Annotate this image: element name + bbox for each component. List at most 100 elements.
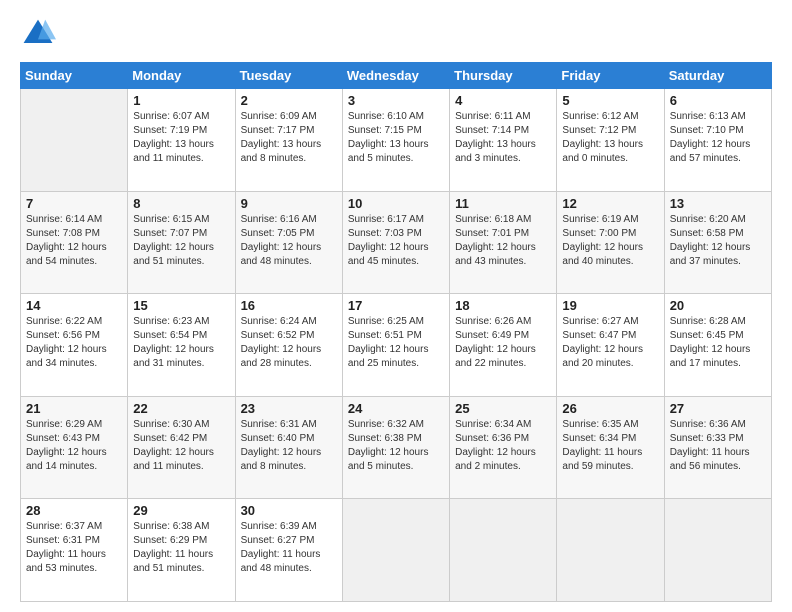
calendar-cell: 27Sunrise: 6:36 AMSunset: 6:33 PMDayligh…: [664, 396, 771, 499]
cell-info: Sunrise: 6:27 AMSunset: 6:47 PMDaylight:…: [562, 315, 658, 371]
cell-info: Sunrise: 6:38 AMSunset: 6:29 PMDaylight:…: [133, 520, 229, 576]
calendar-cell: 2 Sunrise: 6:09 AMSunset: 7:17 PMDaylight…: [235, 89, 342, 192]
calendar-cell: 12 Sunrise: 6:19 AMSunset: 7:00 PMDayligh…: [557, 191, 664, 294]
day-number: 7: [26, 196, 122, 211]
day-number: 17: [348, 298, 444, 313]
day-number: 10: [348, 196, 444, 211]
day-number: 5: [562, 93, 658, 108]
calendar-cell: 17 Sunrise: 6:25 AMSunset: 6:51 PMDayligh…: [342, 294, 449, 397]
calendar-cell: 10 Sunrise: 6:17 AMSunset: 7:03 PMDayligh…: [342, 191, 449, 294]
calendar-cell: 20 Sunrise: 6:28 AMSunset: 6:45 PMDayligh…: [664, 294, 771, 397]
calendar-cell: 22Sunrise: 6:30 AMSunset: 6:42 PMDayligh…: [128, 396, 235, 499]
weekday-row: SundayMondayTuesdayWednesdayThursdayFrid…: [21, 63, 772, 89]
week-row-4: 28 Sunrise: 6:37 AMSunset: 6:31 PMDayligh…: [21, 499, 772, 602]
cell-info: Sunrise: 6:22 AMSunset: 6:56 PMDaylight:…: [26, 315, 122, 371]
cell-info: Sunrise: 6:36 AMSunset: 6:33 PMDaylight:…: [670, 418, 766, 474]
cell-info: Sunrise: 6:10 AMSunset: 7:15 PMDaylight:…: [348, 110, 444, 166]
calendar-cell: 9 Sunrise: 6:16 AMSunset: 7:05 PMDaylight…: [235, 191, 342, 294]
calendar-cell: [664, 499, 771, 602]
cell-info: Sunrise: 6:11 AMSunset: 7:14 PMDaylight:…: [455, 110, 551, 166]
cell-info: Sunrise: 6:28 AMSunset: 6:45 PMDaylight:…: [670, 315, 766, 371]
day-number: 11: [455, 196, 551, 211]
cell-info: Sunrise: 6:20 AMSunset: 6:58 PMDaylight:…: [670, 213, 766, 269]
cell-info: Sunrise: 6:18 AMSunset: 7:01 PMDaylight:…: [455, 213, 551, 269]
weekday-header-wednesday: Wednesday: [342, 63, 449, 89]
day-number: 23: [241, 401, 337, 416]
calendar-cell: [342, 499, 449, 602]
calendar-cell: 3Sunrise: 6:10 AMSunset: 7:15 PMDaylight…: [342, 89, 449, 192]
day-number: 4: [455, 93, 551, 108]
calendar-cell: 14 Sunrise: 6:22 AMSunset: 6:56 PMDayligh…: [21, 294, 128, 397]
day-number: 25: [455, 401, 551, 416]
day-number: 24: [348, 401, 444, 416]
day-number: 16: [241, 298, 337, 313]
day-number: 18: [455, 298, 551, 313]
calendar-cell: 24 Sunrise: 6:32 AMSunset: 6:38 PMDayligh…: [342, 396, 449, 499]
cell-info: Sunrise: 6:32 AMSunset: 6:38 PMDaylight:…: [348, 418, 444, 474]
cell-info: Sunrise: 6:25 AMSunset: 6:51 PMDaylight:…: [348, 315, 444, 371]
cell-info: Sunrise: 6:34 AMSunset: 6:36 PMDaylight:…: [455, 418, 551, 474]
calendar-cell: 1 Sunrise: 6:07 AMSunset: 7:19 PMDaylight…: [128, 89, 235, 192]
cell-info: Sunrise: 6:24 AMSunset: 6:52 PMDaylight:…: [241, 315, 337, 371]
logo-icon: [20, 16, 56, 52]
calendar-cell: 15 Sunrise: 6:23 AMSunset: 6:54 PMDayligh…: [128, 294, 235, 397]
calendar-cell: 5Sunrise: 6:12 AMSunset: 7:12 PMDaylight…: [557, 89, 664, 192]
weekday-header-saturday: Saturday: [664, 63, 771, 89]
calendar-header: SundayMondayTuesdayWednesdayThursdayFrid…: [21, 63, 772, 89]
calendar-cell: 29Sunrise: 6:38 AMSunset: 6:29 PMDayligh…: [128, 499, 235, 602]
calendar-cell: 6 Sunrise: 6:13 AMSunset: 7:10 PMDaylight…: [664, 89, 771, 192]
calendar-cell: 21 Sunrise: 6:29 AMSunset: 6:43 PMDayligh…: [21, 396, 128, 499]
calendar-cell: 13Sunrise: 6:20 AMSunset: 6:58 PMDayligh…: [664, 191, 771, 294]
day-number: 20: [670, 298, 766, 313]
cell-info: Sunrise: 6:19 AMSunset: 7:00 PMDaylight:…: [562, 213, 658, 269]
calendar-cell: 26Sunrise: 6:35 AMSunset: 6:34 PMDayligh…: [557, 396, 664, 499]
cell-info: Sunrise: 6:37 AMSunset: 6:31 PMDaylight:…: [26, 520, 122, 576]
day-number: 19: [562, 298, 658, 313]
logo: [20, 16, 62, 52]
cell-info: Sunrise: 6:29 AMSunset: 6:43 PMDaylight:…: [26, 418, 122, 474]
calendar-cell: 16 Sunrise: 6:24 AMSunset: 6:52 PMDayligh…: [235, 294, 342, 397]
week-row-3: 21 Sunrise: 6:29 AMSunset: 6:43 PMDayligh…: [21, 396, 772, 499]
day-number: 21: [26, 401, 122, 416]
weekday-header-monday: Monday: [128, 63, 235, 89]
week-row-2: 14 Sunrise: 6:22 AMSunset: 6:56 PMDayligh…: [21, 294, 772, 397]
week-row-0: 1 Sunrise: 6:07 AMSunset: 7:19 PMDaylight…: [21, 89, 772, 192]
weekday-header-friday: Friday: [557, 63, 664, 89]
day-number: 2: [241, 93, 337, 108]
cell-info: Sunrise: 6:17 AMSunset: 7:03 PMDaylight:…: [348, 213, 444, 269]
cell-info: Sunrise: 6:14 AMSunset: 7:08 PMDaylight:…: [26, 213, 122, 269]
cell-info: Sunrise: 6:30 AMSunset: 6:42 PMDaylight:…: [133, 418, 229, 474]
calendar-table: SundayMondayTuesdayWednesdayThursdayFrid…: [20, 62, 772, 602]
calendar-cell: 4 Sunrise: 6:11 AMSunset: 7:14 PMDaylight…: [450, 89, 557, 192]
cell-info: Sunrise: 6:07 AMSunset: 7:19 PMDaylight:…: [133, 110, 229, 166]
day-number: 8: [133, 196, 229, 211]
day-number: 30: [241, 503, 337, 518]
header: [20, 16, 772, 52]
calendar-cell: 28 Sunrise: 6:37 AMSunset: 6:31 PMDayligh…: [21, 499, 128, 602]
day-number: 6: [670, 93, 766, 108]
day-number: 12: [562, 196, 658, 211]
cell-info: Sunrise: 6:39 AMSunset: 6:27 PMDaylight:…: [241, 520, 337, 576]
calendar-cell: 19 Sunrise: 6:27 AMSunset: 6:47 PMDayligh…: [557, 294, 664, 397]
cell-info: Sunrise: 6:09 AMSunset: 7:17 PMDaylight:…: [241, 110, 337, 166]
calendar-cell: 23Sunrise: 6:31 AMSunset: 6:40 PMDayligh…: [235, 396, 342, 499]
cell-info: Sunrise: 6:15 AMSunset: 7:07 PMDaylight:…: [133, 213, 229, 269]
day-number: 1: [133, 93, 229, 108]
day-number: 28: [26, 503, 122, 518]
day-number: 15: [133, 298, 229, 313]
cell-info: Sunrise: 6:13 AMSunset: 7:10 PMDaylight:…: [670, 110, 766, 166]
calendar-cell: [21, 89, 128, 192]
weekday-header-sunday: Sunday: [21, 63, 128, 89]
weekday-header-tuesday: Tuesday: [235, 63, 342, 89]
cell-info: Sunrise: 6:16 AMSunset: 7:05 PMDaylight:…: [241, 213, 337, 269]
calendar-cell: 18Sunrise: 6:26 AMSunset: 6:49 PMDayligh…: [450, 294, 557, 397]
cell-info: Sunrise: 6:23 AMSunset: 6:54 PMDaylight:…: [133, 315, 229, 371]
calendar-cell: 8 Sunrise: 6:15 AMSunset: 7:07 PMDaylight…: [128, 191, 235, 294]
week-row-1: 7 Sunrise: 6:14 AMSunset: 7:08 PMDaylight…: [21, 191, 772, 294]
calendar-cell: 7 Sunrise: 6:14 AMSunset: 7:08 PMDaylight…: [21, 191, 128, 294]
day-number: 9: [241, 196, 337, 211]
page: SundayMondayTuesdayWednesdayThursdayFrid…: [0, 0, 792, 612]
day-number: 14: [26, 298, 122, 313]
calendar-cell: 25 Sunrise: 6:34 AMSunset: 6:36 PMDayligh…: [450, 396, 557, 499]
calendar-cell: [450, 499, 557, 602]
